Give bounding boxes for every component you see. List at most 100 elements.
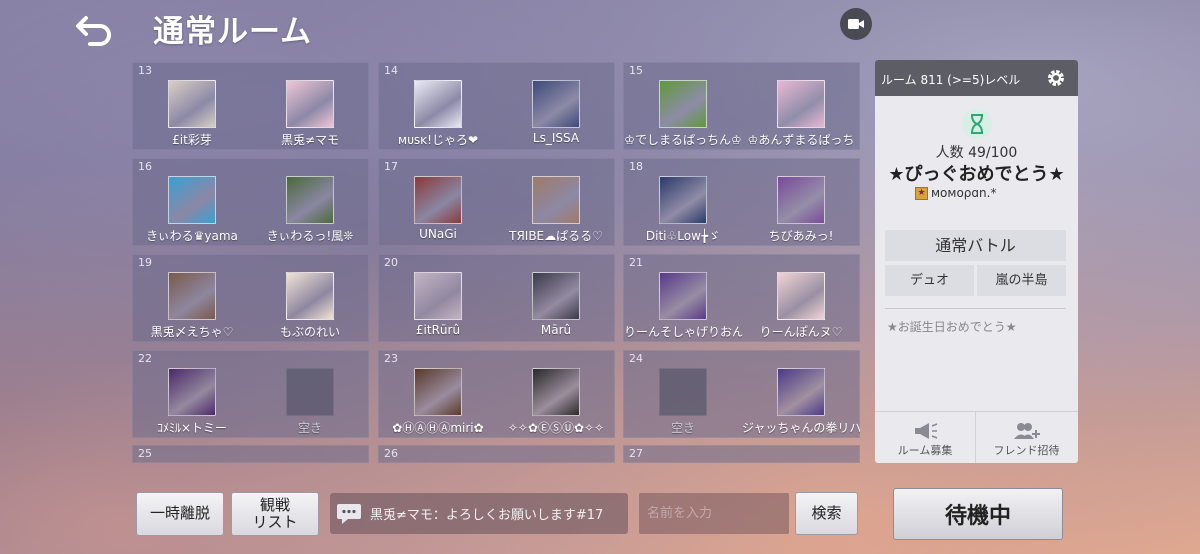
player-name: りーんそしゃげりおん bbox=[624, 325, 742, 339]
player-name: Mārû bbox=[540, 323, 572, 337]
player-slot[interactable]: きぃわるっ!風❊ bbox=[251, 176, 369, 246]
player-slot[interactable]: ♔あんずまるぱっち bbox=[742, 80, 860, 150]
waiting-button[interactable]: 待機中 bbox=[893, 488, 1063, 540]
room-comment: ★お誕生日おめでとう★ bbox=[887, 320, 1017, 334]
player-slot[interactable]: きぃわる♛yama bbox=[133, 176, 251, 246]
empty-slot[interactable]: 空き bbox=[251, 368, 369, 438]
player-slot[interactable]: £itRūrû bbox=[379, 272, 497, 342]
player-name: TЯIBE☁ぱるる♡ bbox=[509, 229, 603, 243]
team-24: 24 空き ジャッちゃんの拳リハ bbox=[623, 350, 860, 438]
team-13: 13 £it彩芽 黒兎≠マモ bbox=[132, 62, 369, 150]
player-slot[interactable]: ちびあみっ! bbox=[742, 176, 860, 246]
team-26: 26 bbox=[378, 445, 615, 463]
team-22: 22 ｺﾒﾐﾙ×トミー 空き bbox=[132, 350, 369, 438]
player-name: ♔あんずまるぱっち bbox=[747, 133, 855, 147]
player-name: ✧✧✿ⒺⓈⓊ✿✧✧ bbox=[507, 421, 605, 435]
team-19: 19 黒兎〆えちゃ♡ もぶのれい bbox=[132, 254, 369, 342]
friend-invite-button[interactable]: フレンド招待 bbox=[976, 412, 1077, 463]
avatar bbox=[532, 272, 580, 320]
chat-bar[interactable]: 黒兎≠マモ：よろしくお願いします#17 bbox=[330, 493, 628, 534]
room-recruit-button[interactable]: ルーム募集 bbox=[875, 412, 976, 463]
map-label: 嵐の半島 bbox=[977, 265, 1066, 296]
player-slot[interactable]: ジャッちゃんの拳リハ bbox=[742, 368, 860, 438]
header-bar: 通常ルーム bbox=[0, 0, 1200, 56]
player-name: ちびあみっ! bbox=[768, 229, 834, 243]
temporary-leave-button[interactable]: 一時離脱 bbox=[136, 492, 224, 536]
player-slot[interactable]: ｺﾒﾐﾙ×トミー bbox=[133, 368, 251, 438]
empty-slot[interactable]: 空き bbox=[624, 368, 742, 438]
room-level-header: ルーム 811 (>=5)レベル bbox=[875, 60, 1078, 96]
team-number: 20 bbox=[384, 256, 398, 269]
waiting-label: 待機中 bbox=[944, 504, 1011, 529]
player-slot[interactable]: 黒兎〆えちゃ♡ bbox=[133, 272, 251, 342]
player-name: きぃわる♛yama bbox=[146, 229, 238, 243]
empty-avatar bbox=[286, 368, 334, 416]
friend-invite-label: フレンド招待 bbox=[993, 444, 1060, 457]
player-slot[interactable]: りーんそしゃげりおん bbox=[624, 272, 742, 342]
player-slot[interactable]: UNaGi bbox=[379, 176, 497, 246]
avatar bbox=[659, 176, 707, 224]
temporary-leave-label: 一時離脱 bbox=[149, 504, 210, 523]
player-name: Ls_ISSA bbox=[532, 131, 580, 145]
team-number: 18 bbox=[629, 160, 643, 173]
mode-label: 通常バトル bbox=[885, 230, 1066, 261]
player-name: きぃわるっ!風❊ bbox=[266, 229, 354, 243]
player-name: £itRūrû bbox=[415, 323, 461, 337]
player-slot[interactable]: ✿ⒽⒶⒽⒶmiri✿ bbox=[379, 368, 497, 438]
avatar bbox=[168, 272, 216, 320]
avatar bbox=[168, 80, 216, 128]
team-25: 25 bbox=[132, 445, 369, 463]
player-slot[interactable]: Diti♧Low╆ゞ bbox=[624, 176, 742, 246]
player-slot[interactable]: もぶのれい bbox=[251, 272, 369, 342]
player-slot[interactable]: 黒兎≠マモ bbox=[251, 80, 369, 150]
team-mode-label: デュオ bbox=[885, 265, 974, 296]
player-name: Diti♧Low╆ゞ bbox=[645, 229, 721, 243]
player-slot[interactable]: £it彩芽 bbox=[133, 80, 251, 150]
player-slot[interactable]: TЯIBE☁ぱるる♡ bbox=[497, 176, 615, 246]
player-slot[interactable]: ᴍᴜsᴋ!じゃろ❤ bbox=[379, 80, 497, 150]
player-name: ｺﾒﾐﾙ×トミー bbox=[156, 421, 228, 435]
team-number: 19 bbox=[138, 256, 152, 269]
team-number: 13 bbox=[138, 64, 152, 77]
avatar bbox=[532, 368, 580, 416]
player-slot[interactable]: Mārû bbox=[497, 272, 615, 342]
team-number: 22 bbox=[138, 352, 152, 365]
avatar bbox=[414, 80, 462, 128]
player-slot[interactable]: ✧✧✿ⒺⓈⓊ✿✧✧ bbox=[497, 368, 615, 438]
player-name: ジャッちゃんの拳リハ bbox=[742, 421, 860, 435]
player-count: 人数 49/100 bbox=[935, 145, 1018, 161]
video-record-button[interactable] bbox=[840, 8, 872, 40]
avatar bbox=[532, 80, 580, 128]
player-slot[interactable]: りーんぽんヌ♡ bbox=[742, 272, 860, 342]
owner-name: ᴍᴏᴍᴏρɑn.* bbox=[931, 186, 997, 200]
gear-icon[interactable] bbox=[1046, 68, 1066, 88]
latest-chat-message: 黒兎≠マモ：よろしくお願いします#17 bbox=[370, 508, 604, 523]
team-17: 17 UNaGi TЯIBE☁ぱるる♡ bbox=[378, 158, 615, 246]
team-15: 15 ♔でしまるぱっちん♔ ♔あんずまるぱっち bbox=[623, 62, 860, 150]
back-arrow-icon bbox=[76, 16, 111, 46]
spectate-list-button[interactable]: 観戦 リスト bbox=[231, 492, 319, 536]
room-info-panel: ルーム 811 (>=5)レベル 人数 49/100 ★ぴっぐおめでとう★ ★ … bbox=[875, 60, 1078, 463]
search-button[interactable]: 検索 bbox=[795, 492, 858, 535]
empty-avatar bbox=[659, 368, 707, 416]
team-20: 20 £itRūrû Mārû bbox=[378, 254, 615, 342]
avatar bbox=[286, 80, 334, 128]
player-slot[interactable]: Ls_ISSA bbox=[497, 80, 615, 150]
avatar bbox=[414, 272, 462, 320]
player-search-input[interactable] bbox=[639, 493, 789, 534]
spectate-label-line2: リスト bbox=[252, 513, 298, 531]
back-button[interactable] bbox=[74, 10, 118, 46]
player-name: UNaGi bbox=[419, 227, 457, 241]
panel-footer: ルーム募集 フレンド招待 bbox=[875, 411, 1078, 463]
team-number: 16 bbox=[138, 160, 152, 173]
player-name: 黒兎≠マモ bbox=[280, 133, 340, 147]
team-21: 21 りーんそしゃげりおん りーんぽんヌ♡ bbox=[623, 254, 860, 342]
page-title: 通常ルーム bbox=[153, 14, 313, 50]
player-slot[interactable]: ♔でしまるぱっちん♔ bbox=[624, 80, 742, 150]
player-name: もぶのれい bbox=[279, 325, 340, 339]
divider bbox=[885, 308, 1066, 309]
team-14: 14 ᴍᴜsᴋ!じゃろ❤ Ls_ISSA bbox=[378, 62, 615, 150]
avatar bbox=[414, 368, 462, 416]
room-level-text: ルーム 811 (>=5)レベル bbox=[881, 73, 1021, 87]
team-18: 18 Diti♧Low╆ゞ ちびあみっ! bbox=[623, 158, 860, 246]
